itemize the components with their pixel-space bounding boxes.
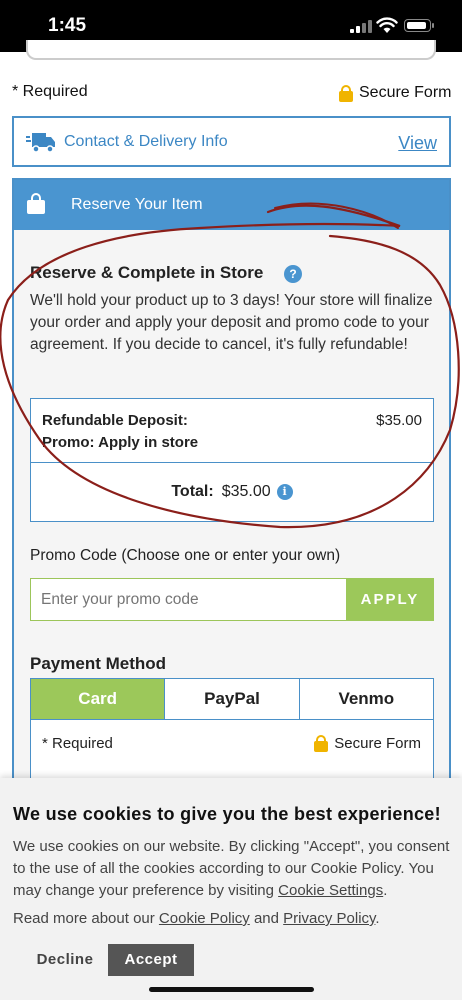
payment-method-tabs: Card PayPal Venmo [30, 678, 434, 720]
secure-form-badge: Secure Form [339, 84, 451, 102]
promo-code-label: Promo Code (Choose one or enter your own… [30, 547, 341, 564]
payment-method-title: Payment Method [30, 654, 167, 673]
contact-delivery-label: Contact & Delivery Info [64, 133, 228, 150]
promo-code-input[interactable] [30, 578, 348, 621]
deposit-row: Refundable Deposit: $35.00 Promo: Apply … [31, 399, 433, 463]
lock-icon [339, 84, 353, 102]
cookie-banner: We use cookies to give you the best expe… [0, 778, 462, 1000]
deposit-value: $35.00 [376, 412, 422, 429]
accept-button[interactable]: Accept [108, 944, 194, 976]
reserve-item-panel: Reserve Your Item Reserve & Complete in … [12, 178, 451, 790]
deposit-label: Refundable Deposit: [42, 412, 188, 429]
previous-card-edge [26, 40, 436, 60]
cookie-text: We use cookies on our website. By clicki… [13, 836, 453, 902]
reserve-description: We'll hold your product up to 3 days! Yo… [30, 292, 433, 353]
tab-venmo[interactable]: Venmo [298, 679, 433, 719]
read-more-text: Read more about our [13, 910, 159, 927]
cookie-title: We use cookies to give you the best expe… [13, 804, 441, 824]
home-indicator[interactable] [149, 987, 314, 992]
shopping-bag-icon [27, 193, 45, 214]
required-note: * Required [12, 83, 88, 100]
cookie-settings-link[interactable]: Cookie Settings [278, 882, 383, 899]
total-label: Total: [171, 483, 214, 500]
contact-view-link[interactable]: View [398, 133, 437, 154]
total-value: $35.00 [221, 483, 271, 500]
lock-icon [314, 735, 329, 752]
read-more-and: and [249, 910, 284, 927]
reserve-item-header[interactable]: Reserve Your Item [14, 180, 449, 230]
contact-delivery-section[interactable]: Contact & Delivery Info View [12, 116, 451, 167]
apply-promo-button[interactable]: APPLY [346, 578, 434, 621]
privacy-policy-link[interactable]: Privacy Policy [283, 910, 375, 927]
cookie-read-more: Read more about our Cookie Policy and Pr… [13, 910, 380, 927]
cookie-policy-link[interactable]: Cookie Policy [159, 910, 250, 927]
delivery-truck-icon [26, 133, 55, 153]
payment-secure-label: Secure Form [334, 735, 421, 752]
promo-in-store-label: Promo: Apply in store [42, 434, 199, 451]
cookie-text-end: . [383, 882, 388, 899]
tab-card[interactable]: Card [31, 679, 165, 719]
secure-form-label: Secure Form [359, 84, 452, 101]
payment-required-note: * Required [42, 735, 113, 752]
tab-paypal[interactable]: PayPal [164, 679, 298, 719]
reserve-item-title: Reserve Your Item [71, 196, 203, 213]
status-time: 1:45 [48, 15, 87, 36]
reserve-complete-title: Reserve & Complete in Store [30, 263, 264, 282]
help-icon[interactable]: ? [284, 265, 302, 283]
payment-secure-badge: Secure Form [314, 735, 421, 752]
battery-icon [404, 19, 434, 32]
decline-button[interactable]: Decline [28, 944, 102, 976]
info-icon[interactable]: i [276, 484, 293, 500]
cellular-signal-icon [350, 20, 372, 33]
deposit-summary: Refundable Deposit: $35.00 Promo: Apply … [30, 398, 434, 522]
total-row: Total: $35.00 i [31, 463, 433, 521]
read-more-end: . [375, 910, 380, 927]
wifi-icon [376, 17, 398, 33]
